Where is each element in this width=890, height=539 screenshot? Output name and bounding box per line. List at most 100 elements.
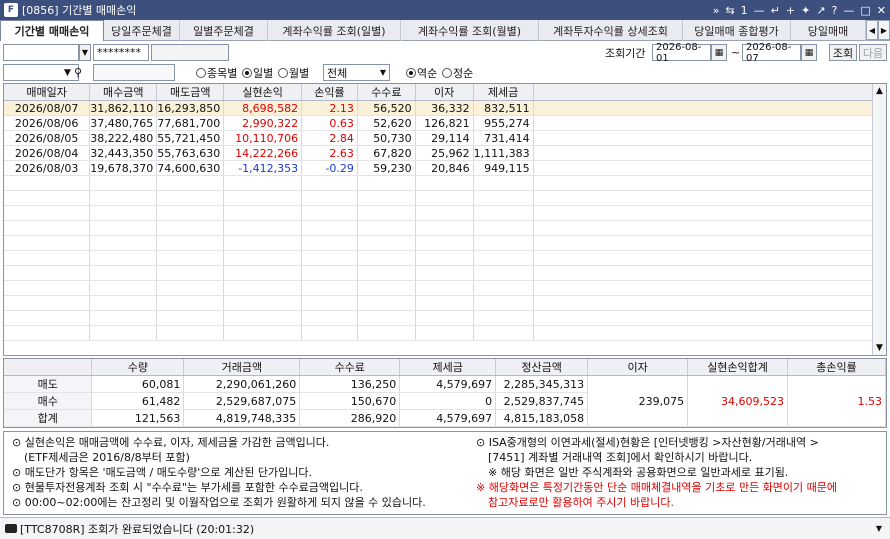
grid-cell: 2.84 [301, 130, 358, 146]
start-date-input[interactable]: 2026-08-01 [652, 42, 711, 64]
tab-period-pnl[interactable]: 기간별 매매손익 [0, 20, 104, 41]
tab-today-orders[interactable]: 당일주문체결 [104, 20, 180, 41]
table-row[interactable]: 2026/08/03 19,678,370 74,600,630 -1,412,353… [4, 160, 886, 176]
col-header[interactable]: 매매일자 [4, 84, 91, 101]
grid-cell: 955,274 [473, 115, 534, 131]
help-icon[interactable]: ? [832, 4, 838, 17]
col-header[interactable]: 실현손익 [223, 84, 303, 101]
summary-header-row: 수량 거래금액 수수료 제세금 정산금액 이자 실현손익합계 총손익률 [4, 359, 886, 376]
search-icon[interactable]: ⚲ [74, 64, 82, 81]
radio-monthly-label: 월별 [289, 66, 310, 80]
close-icon[interactable]: ✕ [877, 4, 886, 17]
calendar-icon[interactable]: ▦ [801, 44, 817, 61]
account-name-field [151, 44, 229, 61]
maximize-icon[interactable]: □ [860, 4, 870, 17]
col-header[interactable]: 매수금액 [89, 84, 158, 101]
status-message: [TTC8708R] 조회가 완료되었습니다 (20:01:32) [20, 522, 255, 536]
link-icon[interactable]: ⇆ [725, 4, 734, 17]
grid-cell-empty [473, 190, 534, 206]
dash-icon[interactable]: — [754, 4, 765, 17]
col-header: 거래금액 [183, 359, 301, 376]
table-row-empty [4, 325, 886, 341]
table-row[interactable]: 2026/08/07 31,862,110 16,293,850 8,698,582 2… [4, 100, 886, 116]
end-date-input[interactable]: 2026-08-07 [742, 42, 801, 64]
vertical-scrollbar[interactable]: ▲ ▼ [872, 84, 886, 355]
grid-cell-empty [415, 190, 474, 206]
col-header[interactable]: 이자 [415, 84, 474, 101]
grid-cell-empty [223, 295, 303, 311]
grid-cell-empty [301, 175, 358, 191]
col-header: 정산금액 [495, 359, 589, 376]
account-number-input[interactable] [3, 44, 79, 61]
calendar-icon[interactable]: ▦ [711, 44, 727, 61]
next-button[interactable]: 다음 [859, 44, 887, 61]
col-header[interactable]: 매도금액 [156, 84, 225, 101]
table-row[interactable]: 2026/08/06 37,480,765 77,681,700 2,990,322 0… [4, 115, 886, 131]
password-field[interactable]: ******** [93, 44, 149, 61]
grid-cell: 55,721,450 [156, 130, 225, 146]
radio-monthly[interactable]: 월별 [278, 64, 309, 81]
tab-left-icon[interactable]: ◀ [866, 20, 878, 40]
row-label: 매도 [4, 375, 93, 393]
share-icon[interactable]: ↗ [816, 4, 825, 17]
chevron-down-icon[interactable]: ▼ [79, 44, 91, 61]
grid-cell: 37,480,765 [89, 115, 158, 131]
group-number-icon[interactable]: 1 [741, 4, 748, 17]
grid-cell-empty [415, 265, 474, 281]
tab-right-icon[interactable]: ▶ [878, 20, 890, 40]
radio-asc[interactable]: 정순 [442, 64, 473, 81]
amount-cell: 2,290,061,260 [183, 375, 301, 393]
note-line: ⊙ ISA중개형의 이연과세(절세)현황은 [인터넷뱅킹 >자산현황/거래내역 … [476, 436, 819, 449]
minimize-icon[interactable]: — [843, 4, 854, 17]
grid-cell-empty [357, 250, 416, 266]
grid-cell-empty [533, 280, 886, 296]
table-row-empty [4, 265, 886, 281]
scroll-up-icon[interactable]: ▲ [876, 86, 883, 96]
message-icon [5, 524, 17, 533]
return-icon[interactable]: ↵ [771, 4, 780, 17]
radio-by-stock[interactable]: 종목별 [196, 64, 237, 81]
tab-return-detail[interactable]: 계좌투자수익률 상세조회 [539, 20, 683, 41]
query-button[interactable]: 조회 [829, 44, 857, 61]
tab-today-trade[interactable]: 당일매매 [791, 20, 866, 41]
grid-cell-empty [4, 190, 91, 206]
table-row[interactable]: 2026/08/05 38,222,480 55,721,450 10,110,706… [4, 130, 886, 146]
chevron-down-icon[interactable]: ▼ [876, 524, 882, 533]
col-header[interactable]: 제세금 [473, 84, 534, 101]
grid-cell-empty [357, 325, 416, 341]
grid-cell-empty [533, 250, 886, 266]
col-header[interactable]: 수수료 [357, 84, 416, 101]
scroll-down-icon[interactable]: ▼ [876, 343, 883, 353]
grid-cell-empty [223, 310, 303, 326]
expand-icon[interactable]: » [713, 4, 720, 17]
plus-icon[interactable]: + [786, 4, 795, 17]
table-row-empty [4, 280, 886, 296]
grid-cell-empty [533, 235, 886, 251]
grid-cell-empty [89, 280, 158, 296]
grid-cell-empty [533, 295, 886, 311]
grid-cell: 74,600,630 [156, 160, 225, 176]
category-select[interactable]: 전체 ▼ [323, 64, 390, 81]
grid-cell-empty [415, 220, 474, 236]
grid-cell-empty [473, 250, 534, 266]
grid-cell-empty [533, 265, 886, 281]
radio-daily[interactable]: 일별 [242, 64, 273, 81]
col-header[interactable]: 손익률 [301, 84, 358, 101]
grid-cell-empty [301, 235, 358, 251]
grid-cell: 8,698,582 [223, 100, 303, 116]
daily-pnl-grid[interactable]: 매매일자 매수금액 매도금액 실현손익 손익률 수수료 이자 제세금 2026/… [3, 83, 887, 356]
chevron-down-icon[interactable]: ▼ [64, 64, 71, 81]
pin-icon[interactable]: ✦ [801, 4, 810, 17]
category-select-value: 전체 [327, 66, 348, 80]
summary-row-sell: 매도 60,081 2,290,061,260 136,250 4,579,69… [4, 375, 886, 427]
col-header: 이자 [587, 359, 689, 376]
grid-cell: 2.63 [301, 145, 358, 161]
radio-desc[interactable]: 역순 [406, 64, 437, 81]
grid-cell-empty [533, 325, 886, 341]
tab-today-summary[interactable]: 당일매매 종합평가 [683, 20, 791, 41]
table-row[interactable]: 2026/08/04 32,443,350 55,763,630 14,222,266… [4, 145, 886, 161]
tab-return-monthly[interactable]: 계좌수익률 조회(월별) [401, 20, 539, 41]
tab-daily-orders[interactable]: 일별주문체결 [180, 20, 268, 41]
tab-return-daily[interactable]: 계좌수익률 조회(일별) [268, 20, 401, 41]
grid-cell-empty [223, 220, 303, 236]
